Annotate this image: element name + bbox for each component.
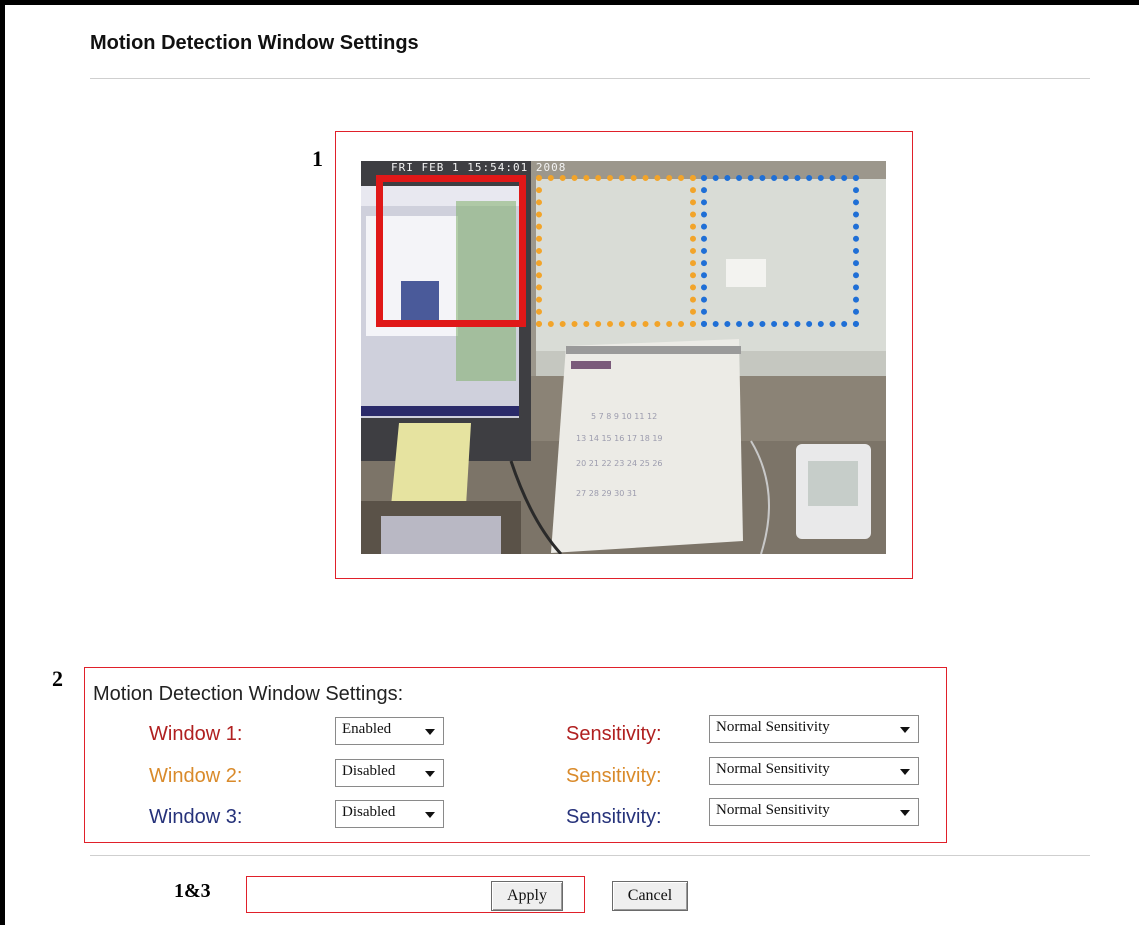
marker-2: 2 [52, 666, 63, 691]
motion-window-2[interactable] [536, 175, 696, 327]
window-2-state-value: Disabled [342, 763, 396, 779]
svg-text:27 28 29 30 31: 27 28 29 30 31 [576, 489, 637, 498]
marker-1: 1 [312, 146, 323, 171]
window-2-label: Window 2: [149, 765, 243, 787]
window-3-sensitivity-value: Normal Sensitivity [716, 802, 830, 818]
page-title: Motion Detection Window Settings [90, 32, 419, 54]
window-2-state-select[interactable]: Disabled [335, 759, 444, 787]
window-3-sensitivity-label: Sensitivity: [566, 806, 662, 828]
chevron-down-icon [900, 810, 910, 816]
window-3-label: Window 3: [149, 806, 243, 828]
svg-text:13 14 15 16 17 18 19: 13 14 15 16 17 18 19 [576, 434, 663, 443]
motion-window-1[interactable] [376, 175, 526, 327]
chevron-down-icon [425, 729, 435, 735]
svg-text:5 7 8 9 10 11 12: 5 7 8 9 10 11 12 [591, 412, 657, 421]
window-1-label: Window 1: [149, 723, 243, 745]
chevron-down-icon [900, 727, 910, 733]
chevron-down-icon [900, 769, 910, 775]
apply-button[interactable]: Apply [491, 881, 563, 911]
window-3-sensitivity-select[interactable]: Normal Sensitivity [709, 798, 919, 826]
window-1-state-value: Enabled [342, 721, 392, 737]
settings-heading: Motion Detection Window Settings: [93, 683, 404, 705]
window-1-sensitivity-select[interactable]: Normal Sensitivity [709, 715, 919, 743]
camera-preview[interactable]: 5 7 8 9 10 11 12 13 14 15 16 17 18 19 20… [361, 161, 886, 554]
marker-1-and-3: 1&3 [174, 880, 211, 902]
window-1-state-select[interactable]: Enabled [335, 717, 444, 745]
window-2-sensitivity-value: Normal Sensitivity [716, 761, 830, 777]
chevron-down-icon [425, 771, 435, 777]
svg-text:20 21 22 23 24 25 26: 20 21 22 23 24 25 26 [576, 459, 663, 468]
window-3-state-value: Disabled [342, 804, 396, 820]
actions-divider [90, 855, 1090, 856]
motion-window-3[interactable] [701, 175, 859, 327]
title-divider [90, 78, 1090, 79]
window-1-sensitivity-label: Sensitivity: [566, 723, 662, 745]
chevron-down-icon [425, 812, 435, 818]
window-1-sensitivity-value: Normal Sensitivity [716, 719, 830, 735]
preview-timestamp: FRI FEB 1 15:54:01 2008 [391, 161, 567, 174]
cancel-button[interactable]: Cancel [612, 881, 688, 911]
window-2-sensitivity-label: Sensitivity: [566, 765, 662, 787]
window-3-state-select[interactable]: Disabled [335, 800, 444, 828]
window-2-sensitivity-select[interactable]: Normal Sensitivity [709, 757, 919, 785]
